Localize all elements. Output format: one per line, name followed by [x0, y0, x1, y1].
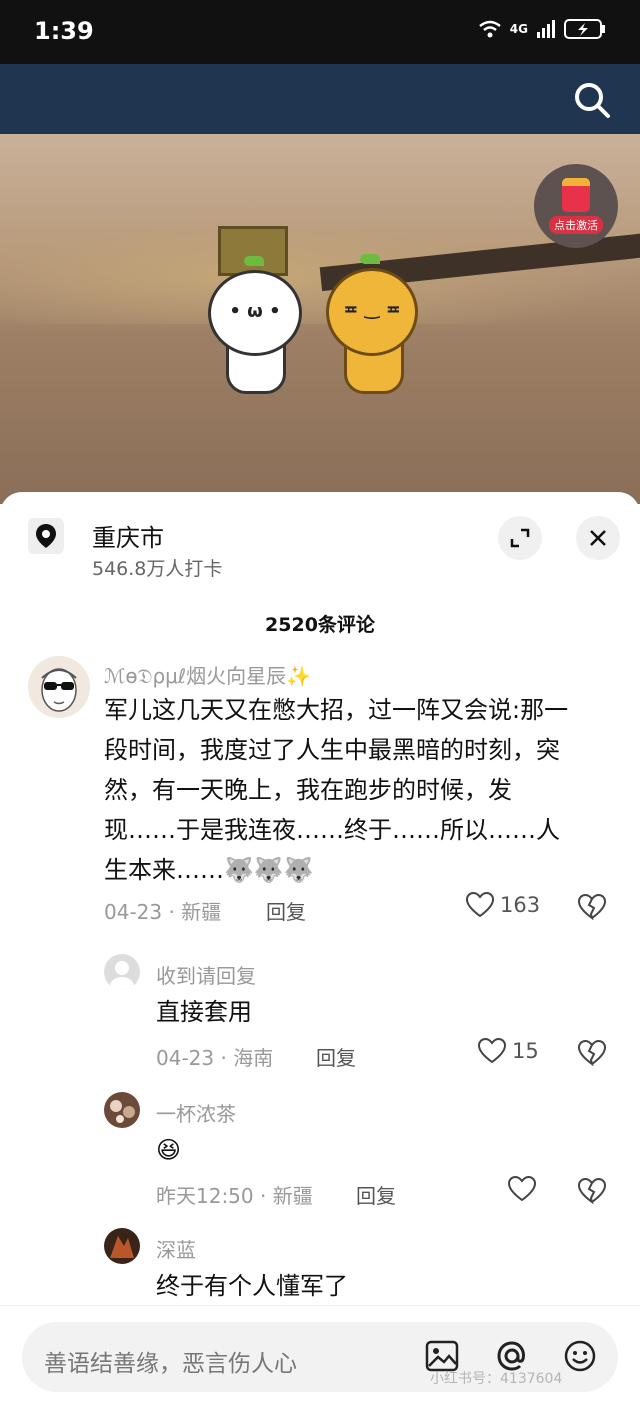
location-checkins: 546.8万人打卡: [92, 558, 223, 580]
location-title[interactable]: 重庆市: [92, 518, 164, 553]
status-bar: 1:39 4G: [0, 0, 640, 64]
like-button[interactable]: [508, 1176, 542, 1202]
expand-button[interactable]: [498, 516, 542, 560]
like-button[interactable]: 15: [478, 1038, 539, 1064]
watermark: 小红书号：4137604: [430, 1371, 563, 1387]
search-icon: [575, 83, 610, 118]
expand-icon: [510, 528, 530, 548]
emoji-button[interactable]: [560, 1336, 600, 1376]
dislike-button[interactable]: [577, 893, 607, 924]
heart-icon: [478, 1038, 506, 1064]
close-icon: [590, 530, 606, 546]
comment-date: 04-23: [156, 1046, 215, 1070]
comment-text: 😆: [156, 1136, 182, 1164]
white-bun-sticker: • ω •: [208, 270, 302, 356]
red-envelope-icon: [562, 178, 590, 212]
broken-heart-icon: [577, 1039, 607, 1067]
avatar[interactable]: [104, 1092, 140, 1128]
comment-input-bar: 善语结善缘，恶言伤人心 小红书号：4137604: [0, 1305, 640, 1405]
dislike-button[interactable]: [577, 1039, 607, 1070]
comment-text: 终于有个人懂军了: [156, 1272, 348, 1300]
avatar[interactable]: [104, 1228, 140, 1264]
red-packet-label: 点击激活: [549, 216, 603, 234]
heart-icon: [466, 892, 494, 918]
orange-bun-sticker: ≖ ‿ ≖: [326, 268, 418, 356]
dislike-button[interactable]: [577, 1177, 607, 1208]
comment-date: 04-23: [104, 900, 163, 924]
avatar[interactable]: [104, 954, 140, 990]
comment-meta: 04-23 · 新疆: [104, 900, 222, 924]
network-label: 4G: [509, 22, 528, 36]
comment-meta: 昨天12:50 · 新疆: [156, 1184, 313, 1208]
comment-count: 2520条评论: [265, 614, 375, 636]
video-player[interactable]: • ω • ≖ ‿ ≖ 点击激活: [0, 134, 640, 504]
comment-username[interactable]: 深蓝: [156, 1234, 196, 1263]
close-button[interactable]: [576, 516, 620, 560]
like-button[interactable]: 163: [466, 892, 540, 918]
comment-text-line: 生本来……🐺🐺🐺: [104, 856, 314, 884]
comment-sheet: 重庆市 546.8万人打卡 2520条评论 ℳѳ𝔇ρμℓ烟火向星辰✨ 军儿这几天…: [0, 492, 640, 1405]
broken-heart-icon: [577, 1177, 607, 1205]
sprout-icon: [360, 254, 380, 264]
comment-text-line: 然，有一天晚上，我在跑步的时候，发: [104, 776, 512, 804]
status-icons: 4G: [478, 18, 606, 40]
comment-region: 新疆: [272, 1184, 313, 1208]
comment-text-line: 段时间，我度过了人生中最黑暗的时刻，突: [104, 736, 560, 764]
red-packet-button[interactable]: 点击激活: [534, 164, 618, 248]
broken-heart-icon: [577, 893, 607, 921]
top-bar: [0, 64, 640, 134]
comment-region: 新疆: [181, 900, 222, 924]
sprout-icon: [244, 256, 264, 266]
search-button[interactable]: [572, 80, 612, 120]
like-count: 15: [512, 1039, 539, 1063]
heart-icon: [508, 1176, 536, 1202]
comment-text-line: 军儿这几天又在憋大招，过一阵又会说:那一: [104, 696, 569, 724]
comment-region: 海南: [233, 1046, 274, 1070]
comment-text: 直接套用: [156, 998, 252, 1026]
avatar[interactable]: [28, 656, 90, 718]
smiley-icon: [564, 1340, 596, 1372]
reply-button[interactable]: 回复: [266, 896, 306, 925]
comment-username[interactable]: 收到请回复: [156, 960, 256, 989]
reply-button[interactable]: 回复: [316, 1042, 356, 1071]
comment-input-placeholder: 善语结善缘，恶言伤人心: [44, 1351, 297, 1377]
battery-icon: [564, 19, 605, 39]
comment-text-line: 现……于是我连夜……终于……所以……人: [104, 816, 560, 844]
reply-button[interactable]: 回复: [356, 1180, 396, 1209]
comment-meta: 04-23 · 海南: [156, 1046, 274, 1070]
video-machine: [218, 226, 288, 276]
comment-date: 昨天12:50: [156, 1184, 254, 1208]
signal-icon: [537, 20, 555, 38]
location-pin-icon: [28, 518, 64, 554]
comment-text: 军儿这几天又在憋大招，过一阵又会说:那一 段时间，我度过了人生中最黑暗的时刻，突…: [104, 690, 614, 890]
like-count: 163: [500, 893, 541, 917]
comment-username[interactable]: ℳѳ𝔇ρμℓ烟火向星辰✨: [104, 660, 311, 689]
comment-username[interactable]: 一杯浓茶: [156, 1098, 236, 1127]
status-time: 1:39: [34, 17, 94, 45]
wifi-icon: [479, 20, 501, 38]
